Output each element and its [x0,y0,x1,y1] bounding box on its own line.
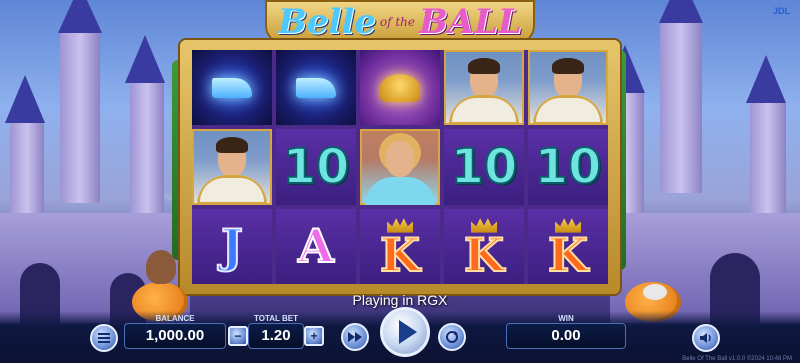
balance-panel: BALANCE 1,000.00 [124,314,226,349]
increase-bet-button[interactable]: + [304,326,324,346]
crown-icon [471,218,497,233]
prince-hair [468,58,500,74]
symbol-jack: J [192,208,272,284]
turbo-button[interactable] [341,323,369,351]
ten-label: 10 [450,138,519,196]
prince-hair [216,137,248,154]
symbol-ten: 10 [444,129,524,205]
prince-coat [533,95,603,126]
ace-label: A [297,218,335,274]
sound-button[interactable] [692,324,720,352]
ten-label: 10 [534,138,603,196]
decrease-bet-button[interactable]: − [228,326,248,346]
logo-word-belle: Belle [278,2,376,42]
symbol-glass-slipper [276,50,356,126]
symbol-prince [444,50,524,126]
castle-right [600,0,800,323]
win-panel: WIN 0.00 [506,314,626,349]
win-value: 0.00 [551,327,581,344]
total-bet-label: TOTAL BET [254,314,298,323]
logo-word-ball: BALL [419,2,522,42]
carriage-icon [380,73,420,102]
symbol-king: K [528,208,608,284]
squirrel-icon [146,250,176,284]
king-label: K [547,227,589,283]
balance-label: BALANCE [155,314,195,323]
speaker-icon [700,333,711,343]
glass-slipper-icon [212,77,252,98]
menu-icon [98,333,110,343]
reel-grid: 10 10 10 J A K K K [192,50,608,284]
king-label: K [379,227,421,283]
symbol-prince [528,50,608,126]
symbol-prince [192,129,272,205]
game-stage: Belle of the BALL JDL 10 10 10 J A K K K… [0,0,800,363]
footer-text: Belle Of The Ball v1.0.0 ©2024 10:48 PM [682,356,792,362]
crown-icon [555,218,581,233]
princess-face [386,141,414,178]
prince-hair [552,58,584,74]
play-icon [398,320,417,344]
glass-slipper-icon [296,77,336,98]
princess-dress [365,176,435,205]
menu-button[interactable] [90,324,118,352]
jack-label: J [220,218,244,274]
status-text: Playing in RGX [352,292,448,308]
symbol-glass-slipper [192,50,272,126]
minus-icon: − [234,329,242,343]
brand-mark: JDL [772,6,790,16]
crown-icon [387,218,413,233]
total-bet-value: 1.20 [261,327,291,344]
prince-coat [197,174,267,205]
prince-coat [449,95,519,126]
king-label: K [463,227,505,283]
ten-label: 10 [282,138,351,196]
autoplay-button[interactable] [438,323,466,351]
plus-icon: + [310,329,318,343]
autoplay-icon [446,331,458,343]
logo-word-of-the: of the [379,15,416,29]
win-label: WIN [558,314,574,323]
symbol-ten: 10 [276,129,356,205]
symbol-king: K [444,208,524,284]
spin-button[interactable] [380,307,430,357]
symbol-princess [360,129,440,205]
fast-forward-icon [348,332,362,342]
game-logo: Belle of the BALL [265,0,535,44]
symbol-king: K [360,208,440,284]
symbol-golden-carriage [360,50,440,126]
symbol-ten: 10 [528,129,608,205]
symbol-ace: A [276,208,356,284]
balance-value: 1,000.00 [145,327,205,344]
total-bet-panel: TOTAL BET 1.20 [248,314,304,349]
